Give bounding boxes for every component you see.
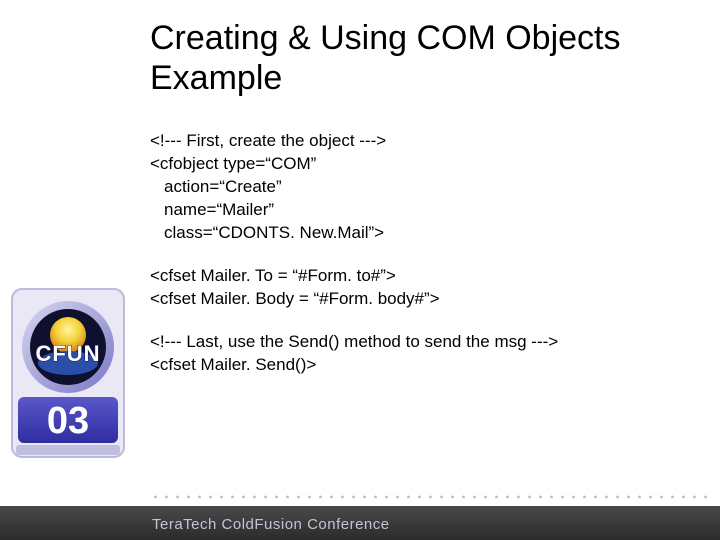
code-line: name=“Mailer” — [150, 199, 690, 222]
code-line: <cfobject type=“COM” — [150, 153, 690, 176]
code-block-3: <!--- Last, use the Send() method to sen… — [150, 331, 690, 377]
code-line: action=“Create” — [150, 176, 690, 199]
code-block-1: <!--- First, create the object ---> <cfo… — [150, 130, 690, 245]
slide: Creating & Using COM Objects Example <!-… — [0, 0, 720, 540]
slide-title: Creating & Using COM Objects Example — [150, 18, 670, 98]
code-body: <!--- First, create the object ---> <cfo… — [150, 130, 690, 396]
code-line: <cfset Mailer. To = “#Form. to#”> — [150, 265, 690, 288]
code-line: class=“CDONTS. New.Mail”> — [150, 222, 690, 245]
dotted-divider — [150, 494, 710, 500]
code-line: <!--- First, create the object ---> — [150, 130, 690, 153]
badge-year-text: 03 — [47, 400, 89, 442]
code-block-2: <cfset Mailer. To = “#Form. to#”> <cfset… — [150, 265, 690, 311]
footer-text: TeraTech ColdFusion Conference — [152, 516, 390, 533]
code-line: <cfset Mailer. Body = “#Form. body#”> — [150, 288, 690, 311]
code-line: <!--- Last, use the Send() method to sen… — [150, 331, 690, 354]
code-line: <cfset Mailer. Send()> — [150, 354, 690, 377]
cfun-badge-icon: CFUN 03 — [8, 285, 128, 461]
badge-top-text: CFUN — [35, 341, 100, 366]
